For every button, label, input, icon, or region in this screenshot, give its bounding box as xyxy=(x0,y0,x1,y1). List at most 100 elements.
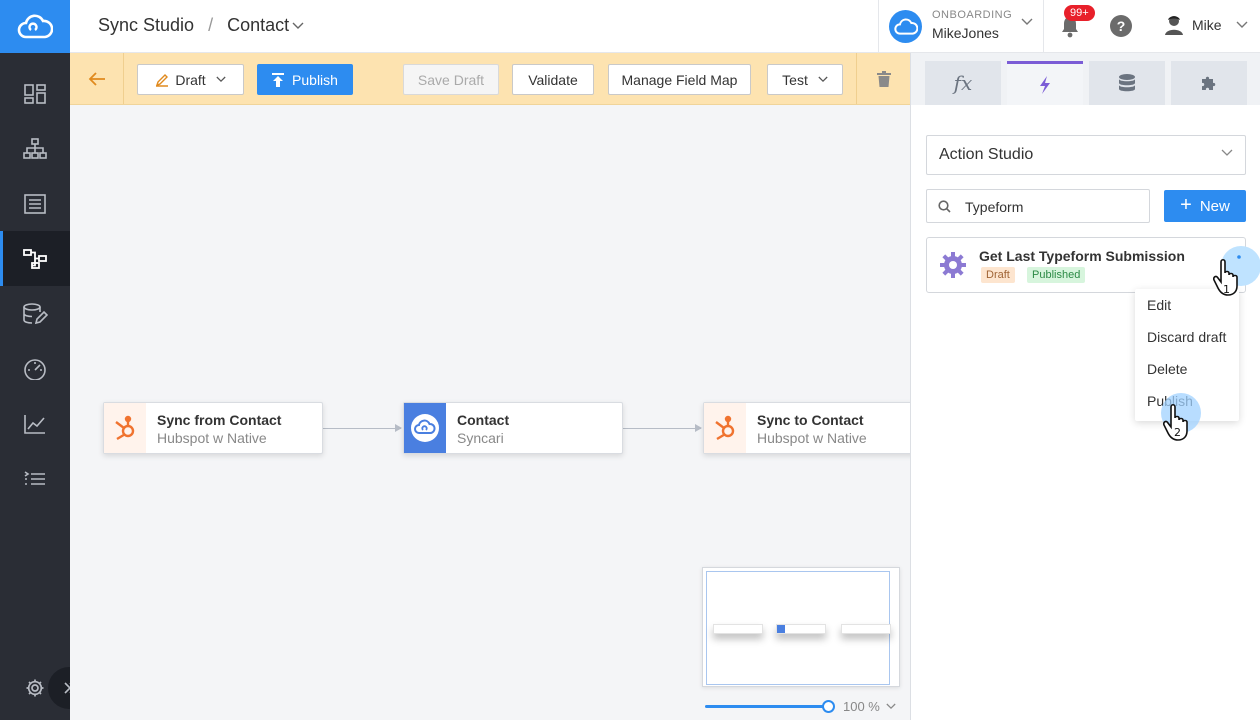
menu-item-discard-draft[interactable]: Discard draft xyxy=(1147,329,1226,345)
action-card[interactable]: Get Last Typeform Submission Draft Publi… xyxy=(926,237,1260,293)
test-label: Test xyxy=(782,71,808,88)
node-title: Sync to Contact xyxy=(757,412,864,428)
minimap-node xyxy=(841,624,891,634)
breadcrumb-separator: / xyxy=(208,15,214,35)
cloud-logo-icon xyxy=(893,18,918,35)
draft-dropdown[interactable]: Draft xyxy=(137,64,244,95)
zoom-level: 100 % xyxy=(843,699,880,714)
lightning-icon xyxy=(1040,75,1050,94)
step-number-1: 1 xyxy=(1223,283,1230,296)
zoom-control[interactable]: 100 % xyxy=(705,699,896,714)
nav-logs[interactable] xyxy=(0,451,70,506)
publish-label: Publish xyxy=(292,71,338,88)
chevron-down-icon xyxy=(1021,18,1033,25)
onboarding-switcher[interactable]: ONBOARDING MikeJones xyxy=(878,0,1044,53)
chevron-down-icon[interactable] xyxy=(292,22,304,30)
pipeline-node-contact[interactable]: Contact Syncari xyxy=(403,402,623,454)
nav-schema[interactable] xyxy=(0,121,70,176)
pipeline-edge xyxy=(623,424,702,432)
hand-cursor-icon: 1 xyxy=(1213,258,1238,296)
onboarding-label: ONBOARDING xyxy=(932,9,1013,21)
search-icon xyxy=(938,200,951,213)
nav-settings[interactable] xyxy=(20,676,50,700)
node-title: Contact xyxy=(457,412,510,428)
avatar xyxy=(1165,16,1183,35)
back-button[interactable] xyxy=(70,53,124,104)
panel-tabs: fx xyxy=(911,53,1260,105)
node-title: Sync from Contact xyxy=(157,412,282,428)
search-box[interactable] xyxy=(926,189,1150,223)
search-input[interactable] xyxy=(965,196,1145,218)
validate-button[interactable]: Validate xyxy=(512,64,594,95)
chevron-down-icon xyxy=(216,76,226,83)
help-icon[interactable]: ? xyxy=(1110,15,1132,37)
hand-cursor-icon: 2 xyxy=(1163,403,1188,441)
gear-icon xyxy=(940,252,966,278)
status-badge-published: Published xyxy=(1027,267,1086,283)
hubspot-icon xyxy=(704,403,746,453)
notification-badge: 99+ xyxy=(1064,5,1095,21)
new-action-button[interactable]: + New xyxy=(1164,190,1246,222)
draft-label: Draft xyxy=(175,71,206,88)
function-icon: fx xyxy=(953,71,973,95)
manage-field-map-button[interactable]: Manage Field Map xyxy=(608,64,751,95)
line-chart-icon xyxy=(24,414,45,434)
gear-icon xyxy=(26,679,44,697)
left-nav xyxy=(0,0,70,720)
tab-actions[interactable] xyxy=(1007,61,1083,105)
nav-dashboard[interactable] xyxy=(0,66,70,121)
cloud-logo-icon xyxy=(17,14,53,38)
database-edit-icon xyxy=(23,302,48,324)
trash-icon xyxy=(876,70,891,87)
menu-item-delete[interactable]: Delete xyxy=(1147,361,1187,377)
delete-button[interactable] xyxy=(856,53,910,104)
chevron-down-icon xyxy=(1221,149,1233,156)
menu-item-edit[interactable]: Edit xyxy=(1147,297,1171,313)
user-menu[interactable]: Mike xyxy=(1164,14,1248,36)
onboarding-avatar xyxy=(889,10,922,43)
editor-toolbar: Draft Publish Save Draft Validate Manage… xyxy=(70,53,910,105)
zoom-slider-handle[interactable] xyxy=(822,700,835,713)
chevron-down-icon xyxy=(818,76,828,83)
pipeline-node-sync-to-contact[interactable]: Sync to Contact Hubspot w Native xyxy=(703,402,910,454)
save-draft-button[interactable]: Save Draft xyxy=(403,64,499,95)
nav-list[interactable] xyxy=(0,176,70,231)
minimap-node xyxy=(713,624,763,634)
arrow-left-icon xyxy=(88,71,105,86)
nav-sync-studio[interactable] xyxy=(0,231,70,286)
hubspot-icon xyxy=(104,403,146,453)
status-badge-draft: Draft xyxy=(981,267,1015,283)
gauge-icon xyxy=(24,358,46,380)
publish-button[interactable]: Publish xyxy=(257,64,353,95)
app-logo[interactable] xyxy=(0,0,70,53)
minimap-node xyxy=(776,624,826,634)
onboarding-name: MikeJones xyxy=(932,25,999,41)
action-card-title: Get Last Typeform Submission xyxy=(979,248,1185,264)
dashboard-icon xyxy=(24,83,46,104)
tab-extensions[interactable] xyxy=(1171,61,1247,105)
nav-data-edit[interactable] xyxy=(0,286,70,341)
zoom-slider[interactable] xyxy=(705,700,835,713)
pipeline-node-sync-from-contact[interactable]: Sync from Contact Hubspot w Native xyxy=(103,402,323,454)
breadcrumb-root[interactable]: Sync Studio xyxy=(98,15,194,36)
syncari-cloud-icon xyxy=(404,403,446,453)
hierarchy-icon xyxy=(23,137,47,159)
upload-icon xyxy=(272,72,285,87)
chevron-down-icon[interactable] xyxy=(886,703,896,710)
plus-icon: + xyxy=(1180,193,1192,216)
nav-analytics[interactable] xyxy=(0,396,70,451)
tab-functions[interactable]: fx xyxy=(925,61,1001,105)
test-dropdown[interactable]: Test xyxy=(767,64,843,95)
minimap[interactable] xyxy=(702,567,900,687)
top-header: Sync Studio / Contact ONBOARDING MikeJon… xyxy=(70,0,1260,53)
breadcrumb: Sync Studio / Contact xyxy=(98,15,304,36)
pipeline-canvas[interactable]: Sync from Contact Hubspot w Native Conta… xyxy=(70,105,910,720)
pipeline-icon xyxy=(23,248,47,269)
node-subtitle: Hubspot w Native xyxy=(757,430,867,446)
node-subtitle: Hubspot w Native xyxy=(157,430,267,446)
breadcrumb-current[interactable]: Contact xyxy=(227,15,289,36)
studio-select[interactable]: Action Studio xyxy=(926,135,1246,175)
studio-select-value: Action Studio xyxy=(939,146,1034,163)
nav-monitor[interactable] xyxy=(0,341,70,396)
tab-data[interactable] xyxy=(1089,61,1165,105)
